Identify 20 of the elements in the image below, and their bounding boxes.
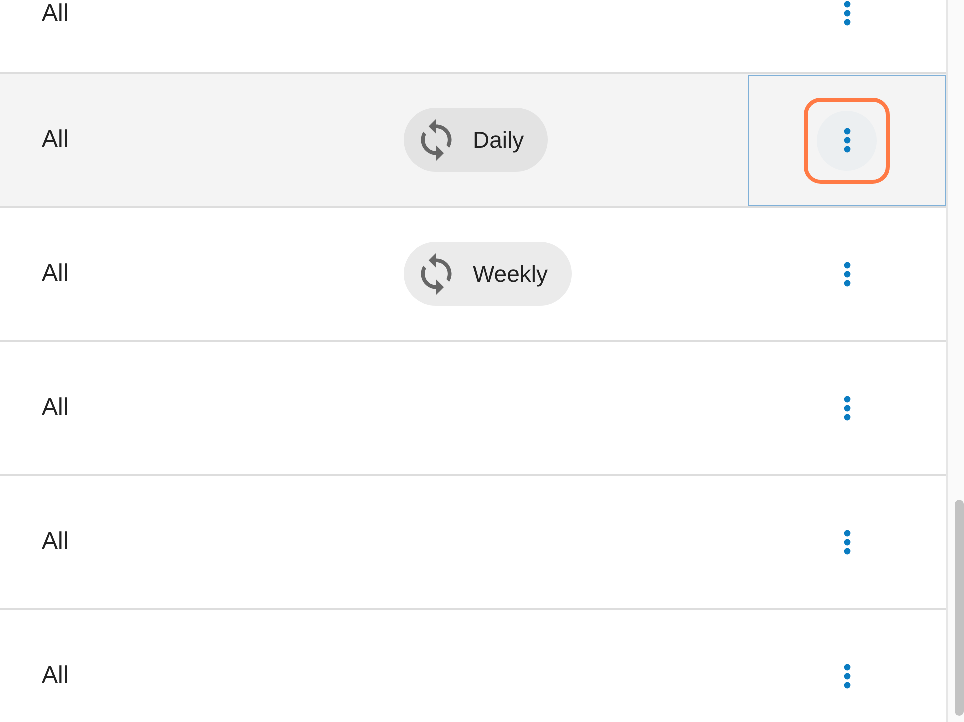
table-cell: All <box>42 126 69 154</box>
table-cell: All <box>42 260 69 288</box>
more-options-icon <box>844 262 850 286</box>
table-cell: All <box>42 394 69 422</box>
table-cell: All <box>42 0 69 28</box>
chip-label: Weekly <box>473 260 548 288</box>
more-options-icon <box>844 0 850 26</box>
table-row[interactable]: All Daily <box>0 74 946 208</box>
sync-icon <box>421 253 452 295</box>
table-row[interactable]: All <box>0 0 946 74</box>
scrollbar-thumb[interactable] <box>955 500 964 716</box>
chip-label: Daily <box>473 126 524 154</box>
table-cell: All <box>42 662 69 690</box>
more-options-button[interactable] <box>804 98 890 184</box>
sync-icon <box>421 119 452 161</box>
table-cell: All <box>42 528 69 556</box>
more-options-icon <box>844 530 850 554</box>
more-options-icon <box>844 128 850 153</box>
more-options-icon <box>844 664 850 688</box>
more-options-icon <box>844 396 850 420</box>
